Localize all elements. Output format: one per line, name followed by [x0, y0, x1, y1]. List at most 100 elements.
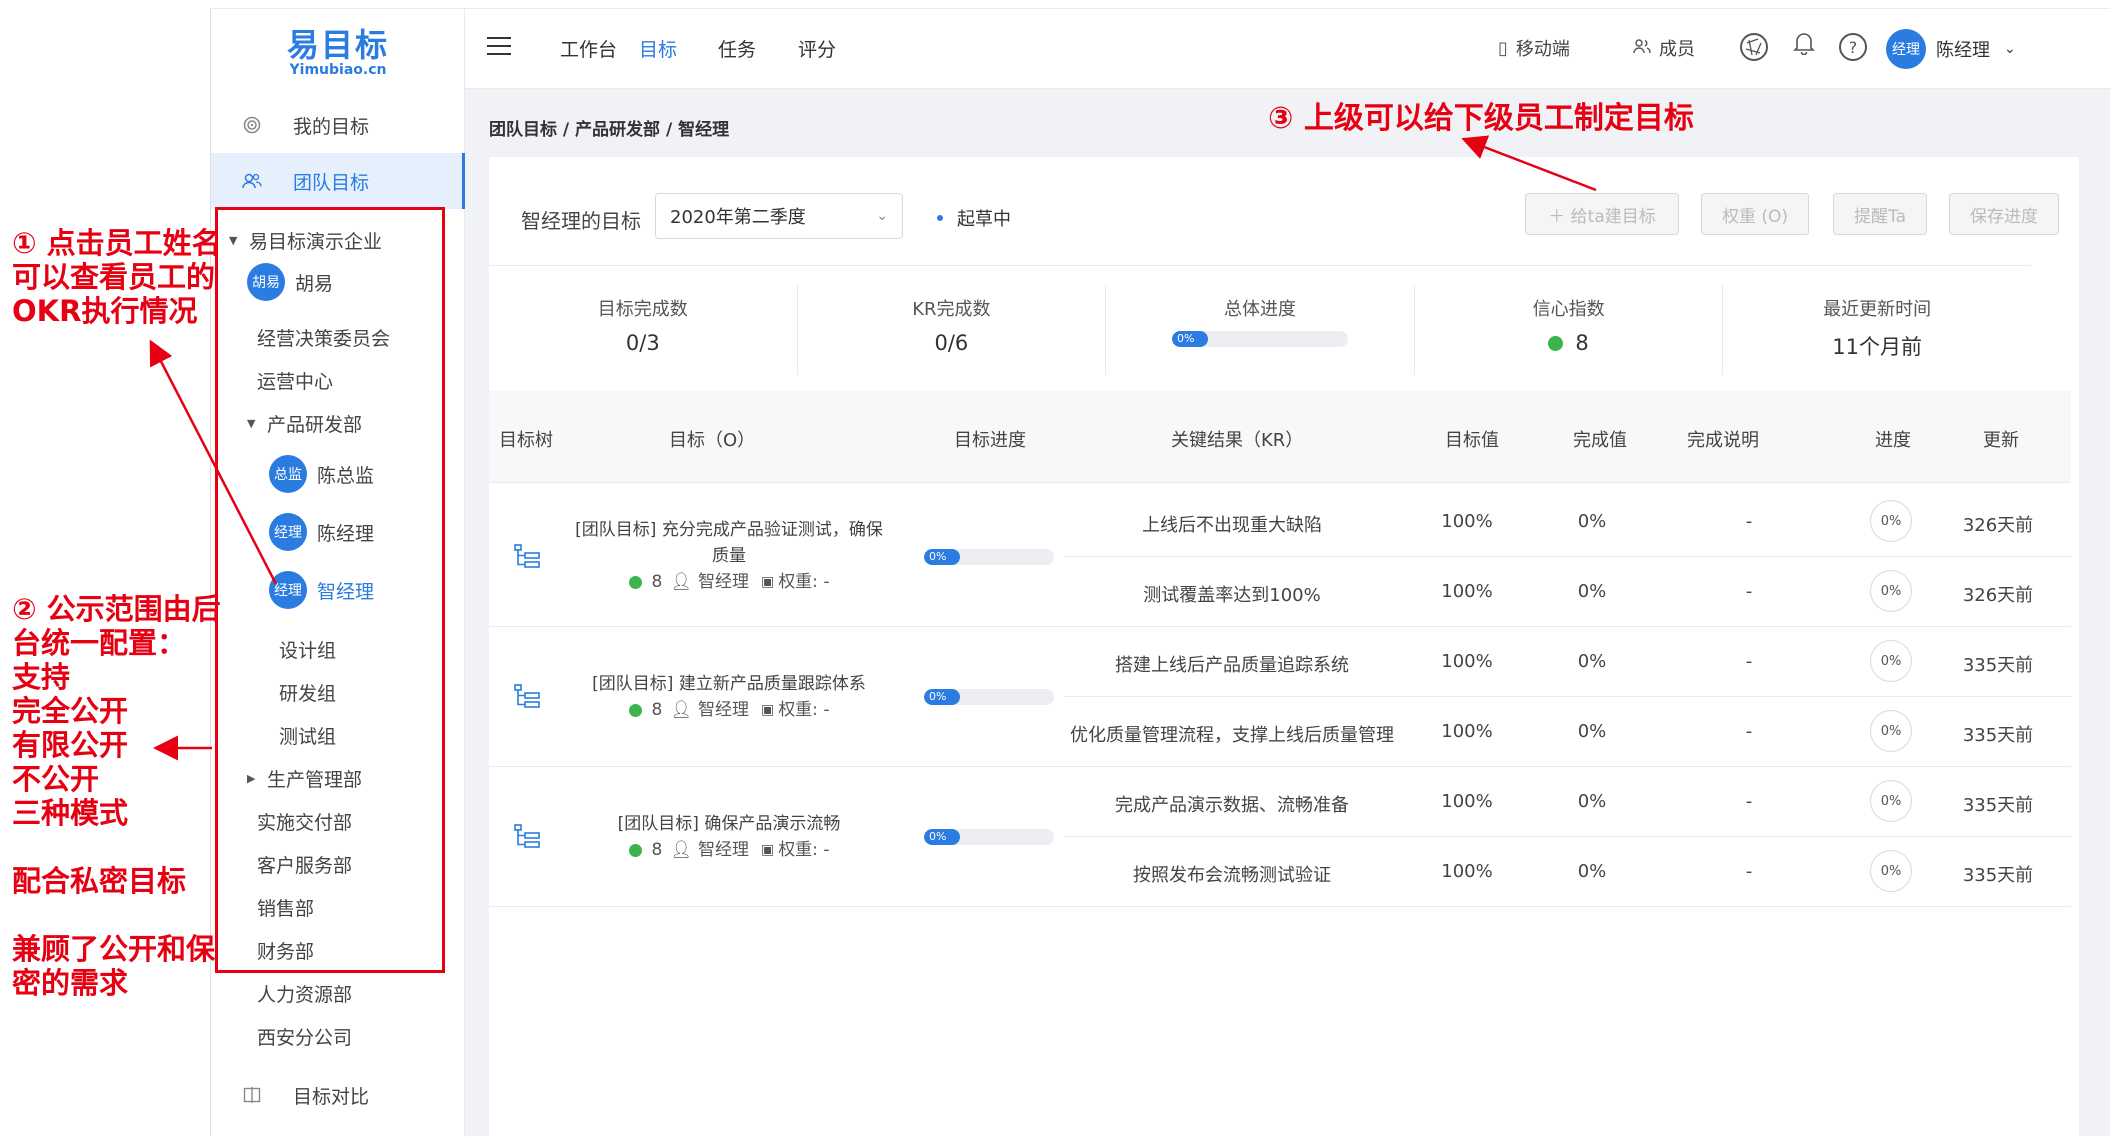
objective-cell[interactable]: [团队目标] 确保产品演示流畅 8 👤︎ 智经理 ▣ 权重: -	[569, 811, 889, 863]
kr-note[interactable]: -	[1746, 791, 1753, 812]
tab-workbench[interactable]: 工作台	[560, 35, 617, 62]
table-header: 目标树 目标（O） 目标进度 关键结果（KR） 目标值 完成值 完成说明 进度 …	[489, 391, 2071, 483]
objective-cell[interactable]: [团队目标] 充分完成产品验证测试，确保质量 8 👤︎ 智经理 ▣ 权重: -	[569, 517, 889, 595]
mobile-link[interactable]: ▯ 移动端	[1498, 35, 1570, 61]
aperture-icon[interactable]	[1740, 33, 1768, 61]
kr-row[interactable]: 按照发布会流畅测试验证 100% 0% - 0% 335天前	[1064, 837, 2071, 907]
progress-label: 0%	[929, 690, 947, 703]
person-icon: 👤︎	[670, 572, 692, 592]
column-header: 关键结果（KR）	[1171, 430, 1304, 451]
remind-button[interactable]: 提醒Ta	[1833, 193, 1927, 235]
tab-scoring[interactable]: 评分	[798, 35, 836, 62]
kr-row[interactable]: 完成产品演示数据、流畅准备 100% 0% - 0% 335天前	[1064, 767, 2071, 837]
avatar: 经理	[1886, 29, 1926, 69]
kr-note[interactable]: -	[1746, 651, 1753, 672]
objective-progress: 0%	[924, 549, 1054, 565]
weight-button[interactable]: 权重 (O)	[1701, 193, 1809, 235]
kr-name[interactable]: 搭建上线后产品质量追踪系统	[1115, 651, 1349, 677]
weight-value: 权重: -	[778, 700, 830, 720]
kr-done[interactable]: 0%	[1578, 791, 1607, 812]
goal-tree-icon[interactable]	[513, 683, 541, 709]
create-goal-for-member-button[interactable]: ＋ 给ta建目标	[1525, 193, 1679, 235]
owner-name: 智经理	[697, 572, 749, 592]
goals-card: 智经理的目标 2020年第二季度 ⌄ 起草中 ＋ 给ta建目标 权重 (O) 提…	[489, 157, 2079, 1137]
breadcrumb: 团队目标 / 产品研发部 / 智经理	[489, 120, 730, 140]
kr-name[interactable]: 优化质量管理流程，支撑上线后质量管理	[1070, 721, 1394, 747]
user-name: 陈经理	[1936, 40, 1990, 61]
bell-icon[interactable]	[1793, 31, 1815, 61]
kr-note[interactable]: -	[1746, 511, 1753, 532]
status-badge: 起草中	[937, 205, 1011, 231]
kr-name[interactable]: 测试覆盖率达到100%	[1143, 581, 1320, 607]
annotation-3: ③ 上级可以给下级员工制定目标	[1268, 101, 1694, 136]
person-icon: 👤︎	[670, 840, 692, 860]
kr-done[interactable]: 0%	[1578, 651, 1607, 672]
tab-goals[interactable]: 目标	[639, 35, 677, 62]
help-icon[interactable]: ?	[1839, 33, 1867, 61]
team-icon	[241, 170, 263, 192]
kr-note[interactable]: -	[1746, 861, 1753, 882]
chevron-down-icon: ⌄	[2004, 41, 2016, 57]
kr-done[interactable]: 0%	[1578, 861, 1607, 882]
sidebar-item-my-goals[interactable]: 我的目标	[211, 97, 465, 153]
goal-tree-icon[interactable]	[513, 543, 541, 569]
kr-done[interactable]: 0%	[1578, 581, 1607, 602]
kr-row[interactable]: 优化质量管理流程，支撑上线后质量管理 100% 0% - 0% 335天前	[1064, 697, 2071, 767]
owner-title: 智经理的目标	[521, 209, 641, 233]
stat-goals-done: 目标完成数 0/3	[489, 285, 798, 375]
tree-node-hr[interactable]: 人力资源部	[257, 980, 352, 1007]
kr-name[interactable]: 上线后不出现重大缺陷	[1142, 511, 1322, 537]
sidebar-item-compare[interactable]: 目标对比	[211, 1067, 465, 1123]
kr-name[interactable]: 完成产品演示数据、流畅准备	[1115, 791, 1349, 817]
weight-value: 权重: -	[778, 572, 830, 592]
stat-overall-progress: 总体进度 0%	[1106, 285, 1415, 375]
menu-icon[interactable]	[487, 37, 511, 59]
members-label: 成员	[1659, 39, 1695, 60]
kr-note[interactable]: -	[1746, 581, 1753, 602]
kr-progress-ring: 0%	[1870, 850, 1912, 892]
logo[interactable]: 易目标 Yimubiao.cn	[211, 27, 465, 77]
owner-name: 智经理	[697, 840, 749, 860]
kr-row[interactable]: 搭建上线后产品质量追踪系统 100% 0% - 0% 335天前	[1064, 627, 2071, 697]
annotation-2: ② 公示范围由后 台统一配置： 支持 完全公开 有限公开 不公开 三种模式 配合…	[12, 592, 221, 1000]
objective-cell[interactable]: [团队目标] 建立新产品质量跟踪体系 8 👤︎ 智经理 ▣ 权重: -	[569, 671, 889, 723]
logo-text: 易目标	[286, 26, 389, 64]
weight-icon: ▣	[760, 702, 775, 718]
smile-icon	[1548, 335, 1564, 351]
objective-row[interactable]: [团队目标] 确保产品演示流畅 8 👤︎ 智经理 ▣ 权重: - 0% 完成产品演示数据、流畅…	[489, 767, 2071, 907]
column-header: 目标（O）	[669, 430, 756, 451]
mobile-label: 移动端	[1515, 39, 1570, 60]
status-dot-icon	[937, 215, 943, 221]
kr-done[interactable]: 0%	[1578, 511, 1607, 532]
kr-row[interactable]: 测试覆盖率达到100% 100% 0% - 0% 326天前	[1064, 557, 2071, 627]
stat-last-updated: 最近更新时间 11个月前	[1723, 285, 2031, 375]
members-link[interactable]: 成员	[1633, 35, 1695, 61]
objective-row[interactable]: [团队目标] 充分完成产品验证测试，确保质量 8 👤︎ 智经理 ▣ 权重: - 0% 上线后不…	[489, 487, 2071, 627]
smile-icon	[628, 703, 642, 717]
tree-node-xian[interactable]: 西安分公司	[257, 1023, 352, 1050]
sidebar-item-team-goals[interactable]: 团队目标	[211, 153, 465, 209]
objective-row[interactable]: [团队目标] 建立新产品质量跟踪体系 8 👤︎ 智经理 ▣ 权重: - 0% 搭建上线后产品质…	[489, 627, 2071, 767]
kr-row[interactable]: 上线后不出现重大缺陷 100% 0% - 0% 326天前	[1064, 487, 2071, 557]
tab-tasks[interactable]: 任务	[718, 35, 756, 62]
kr-progress-ring: 0%	[1870, 500, 1912, 542]
period-select[interactable]: 2020年第二季度 ⌄	[655, 193, 903, 239]
objective-meta: 8 👤︎ 智经理 ▣ 权重: -	[569, 697, 889, 723]
objective-progress-bar: 0%	[924, 689, 1054, 705]
user-menu[interactable]: 经理 陈经理 ⌄	[1886, 29, 2016, 69]
stat-confidence: 信心指数 8	[1415, 285, 1724, 375]
tree-label: 人力资源部	[257, 984, 353, 1006]
top-bar: 工作台 目标 任务 评分 ▯ 移动端 成员 ? 经理 陈经理 ⌄	[465, 9, 2111, 89]
column-header: 完成值	[1573, 430, 1627, 451]
kr-done[interactable]: 0%	[1578, 721, 1607, 742]
chevron-down-icon: ⌄	[876, 208, 888, 224]
stat-value: 0/3	[625, 331, 660, 355]
kr-updated: 326天前	[1962, 585, 2034, 606]
kr-name[interactable]: 按照发布会流畅测试验证	[1133, 861, 1331, 887]
kr-note[interactable]: -	[1746, 721, 1753, 742]
save-progress-button[interactable]: 保存进度	[1949, 193, 2059, 235]
objective-title: [团队目标] 建立新产品质量跟踪体系	[592, 674, 866, 694]
weight-value: 权重: -	[778, 840, 830, 860]
goal-tree-icon[interactable]	[513, 823, 541, 849]
objective-progress-bar: 0%	[924, 829, 1054, 845]
